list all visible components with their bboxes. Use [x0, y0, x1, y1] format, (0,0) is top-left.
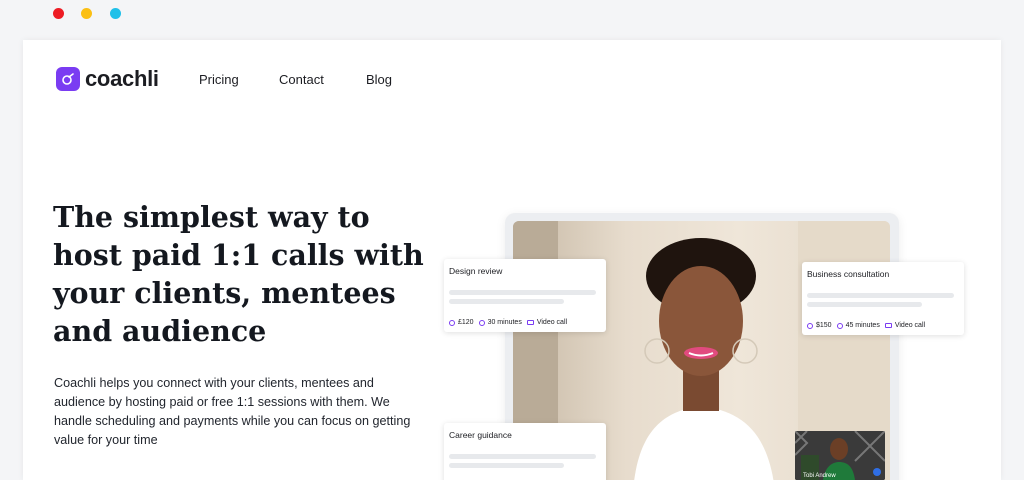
session-card-business-consultation[interactable]: Business consultation $150 45 minutes Vi… [802, 262, 964, 335]
window-titlebar [23, 0, 1001, 40]
placeholder-line [449, 290, 596, 295]
card-price: $150 [816, 322, 832, 329]
card-title: Design review [449, 266, 503, 276]
landing-page: coachli Pricing Contact Blog The simples… [23, 40, 1001, 480]
nav-pricing-link[interactable]: Pricing [199, 72, 239, 87]
brand-logo[interactable]: coachli [56, 66, 159, 92]
video-icon [884, 323, 892, 328]
hero-description: Coachli helps you connect with your clie… [54, 376, 411, 447]
coachli-logo-icon [56, 67, 80, 91]
card-duration: 30 minutes [487, 319, 522, 326]
placeholder-line [449, 299, 564, 304]
card-duration: 45 minutes [845, 322, 880, 329]
clock-icon [836, 322, 843, 329]
maximize-window-dot[interactable] [110, 8, 121, 19]
participant-video-thumbnail[interactable]: Tobi Andrew [795, 431, 885, 480]
brand-name: coachli [85, 66, 159, 91]
card-meta: $150 45 minutes Video call [807, 322, 925, 329]
clock-icon [478, 319, 485, 326]
placeholder-line [449, 454, 596, 459]
session-card-career-guidance[interactable]: Career guidance [444, 423, 606, 480]
card-type: Video call [536, 319, 568, 326]
placeholder-line [807, 302, 922, 307]
placeholder-line [807, 293, 954, 298]
minimize-window-dot[interactable] [81, 8, 92, 19]
nav-contact-link[interactable]: Contact [279, 72, 324, 87]
hero-title: The simplest way to host paid 1:1 calls … [53, 200, 424, 348]
nav-blog-link[interactable]: Blog [366, 72, 392, 87]
card-price: £120 [458, 319, 474, 326]
price-icon [449, 319, 455, 326]
card-title: Business consultation [807, 269, 890, 279]
session-card-design-review[interactable]: Design review £120 30 minutes Video call [444, 259, 606, 332]
placeholder-line [449, 463, 564, 468]
card-title: Career guidance [449, 430, 512, 440]
card-meta: £120 30 minutes Video call [449, 319, 567, 326]
card-type: Video call [894, 322, 926, 329]
price-icon [807, 322, 813, 329]
video-icon [526, 320, 534, 325]
participant-name: Tobi Andrew [803, 473, 836, 479]
close-window-dot[interactable] [53, 8, 64, 19]
